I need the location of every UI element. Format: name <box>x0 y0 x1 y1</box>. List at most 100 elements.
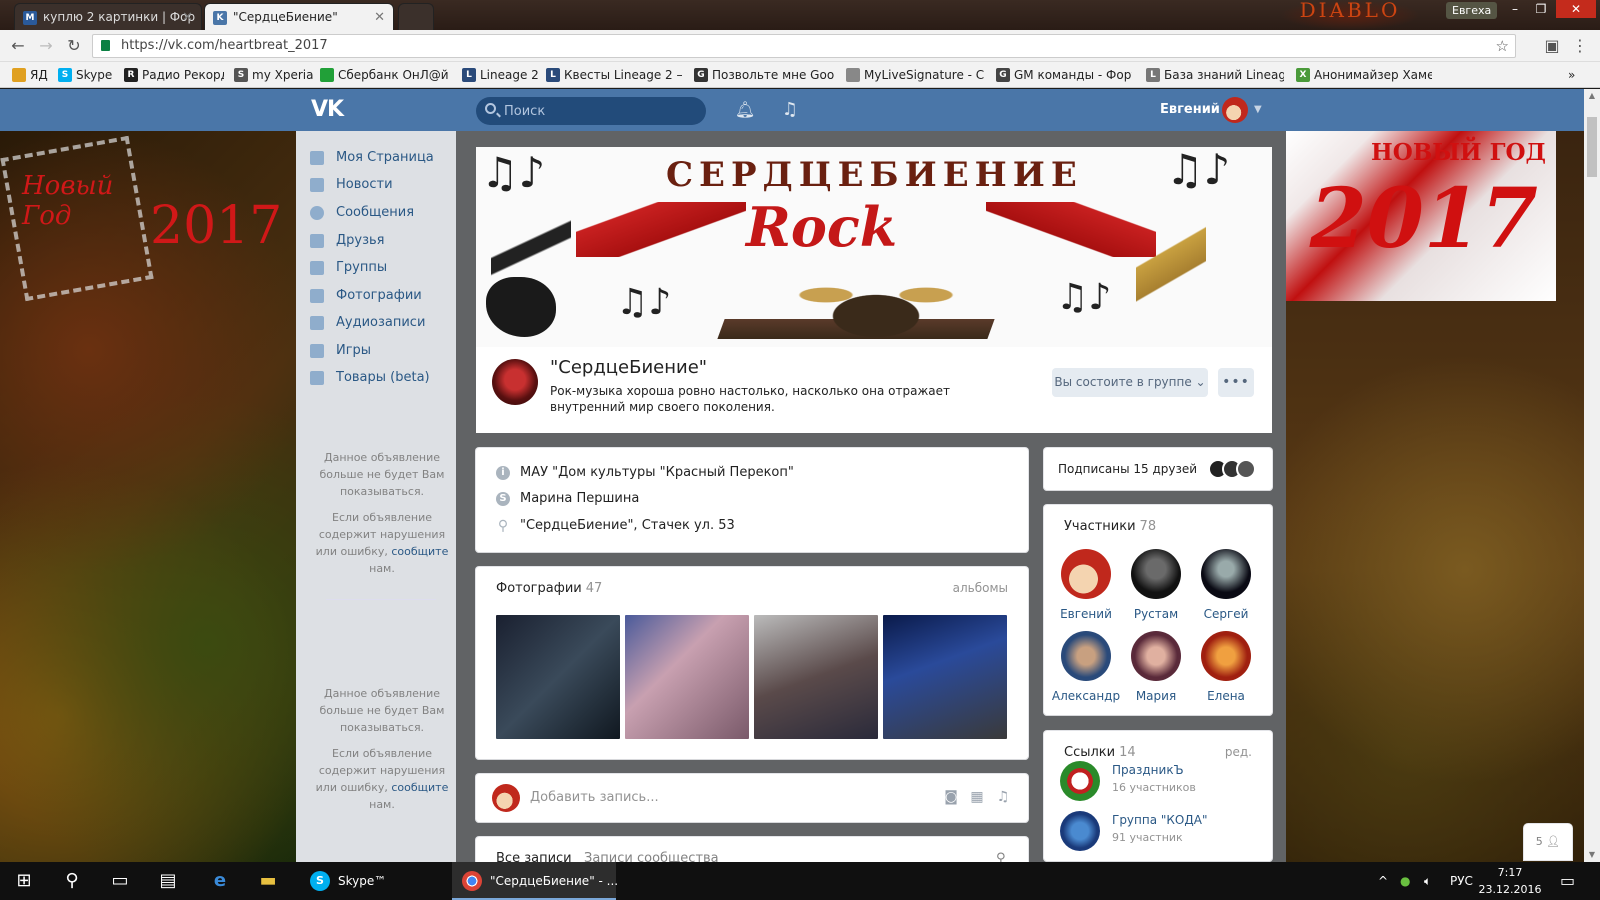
albums-link[interactable]: альбомы <box>953 581 1008 595</box>
close-tab-icon[interactable]: ✕ <box>182 4 193 30</box>
extension-icon[interactable]: ▣ <box>1542 36 1562 56</box>
sidebar-item-audio[interactable]: Аудиозаписи <box>310 312 425 334</box>
tray-app-icon[interactable]: ● <box>1400 862 1410 900</box>
windows-start-icon[interactable]: ⊞ <box>0 862 48 900</box>
video-icon[interactable]: ▦ <box>968 788 986 806</box>
reload-icon[interactable]: ↻ <box>64 36 84 56</box>
volume-icon[interactable]: 🔈︎ <box>1424 862 1431 900</box>
sidebar-item-photos[interactable]: Фотографии <box>310 285 422 307</box>
search-box[interactable] <box>476 97 706 125</box>
add-post-input[interactable]: Добавить запись... <box>530 774 659 822</box>
notifications-icon[interactable]: ▭ <box>1560 862 1575 900</box>
photo-thumbnail[interactable] <box>496 615 620 739</box>
tray-expand-icon[interactable]: ^ <box>1378 862 1388 900</box>
browser-tab-forum[interactable]: M куплю 2 картинки | Фор ✕ <box>14 3 202 30</box>
chrome-icon <box>462 871 482 891</box>
member-item[interactable]: Александр <box>1050 631 1122 703</box>
bookmark-item[interactable]: GGM команды - Форум <box>996 66 1132 84</box>
taskbar-app-chrome[interactable]: "СердцеБиение" - ... <box>452 862 618 900</box>
minimize-icon[interactable]: – <box>1502 0 1528 18</box>
info-row-address[interactable]: ⚲ "СердцеБиение", Стачек ул. 53 <box>496 517 735 535</box>
photo-thumbnail[interactable] <box>754 615 878 739</box>
forward-icon[interactable]: → <box>36 36 56 56</box>
sidebar-item-groups[interactable]: Группы <box>310 257 387 279</box>
scrollbar-thumb[interactable] <box>1587 117 1597 177</box>
camera-icon[interactable]: ◙ <box>942 788 960 806</box>
close-tab-icon[interactable]: ✕ <box>374 4 385 30</box>
sidebar-item-games[interactable]: Игры <box>310 340 371 362</box>
bookmark-item[interactable]: L База знаний Lineage <box>1146 66 1284 84</box>
photo-thumbnail[interactable] <box>883 615 1007 739</box>
sidebar-item-goods[interactable]: Товары (beta) <box>310 367 430 389</box>
ad-hidden-notice: Данное объявление больше не будет Вам по… <box>319 451 445 498</box>
app-icon[interactable]: ▤ <box>144 862 192 900</box>
search-input[interactable] <box>504 97 694 125</box>
edge-icon[interactable]: e <box>196 862 244 900</box>
bookmark-item[interactable]: ЯД <box>12 66 52 84</box>
bookmark-star-icon[interactable]: ☆ <box>1496 35 1509 57</box>
more-actions-button[interactable]: ••• <box>1218 368 1254 397</box>
music-note-icon[interactable]: ♫ <box>777 97 803 123</box>
photo-thumbnail[interactable] <box>625 615 749 739</box>
sidebar-item-messages[interactable]: Сообщения <box>310 202 414 224</box>
report-link[interactable]: сообщите <box>391 545 448 558</box>
music-icon[interactable]: ♫ <box>994 788 1012 806</box>
back-icon[interactable]: ← <box>8 36 28 56</box>
members-title[interactable]: Участники 78 <box>1064 519 1156 534</box>
vk-logo[interactable]: VK <box>311 97 344 123</box>
taskbar-app-skype[interactable]: S Skype™ <box>300 862 450 900</box>
friend-icon <box>310 234 324 248</box>
links-edit[interactable]: ред. <box>1225 745 1252 759</box>
member-item[interactable]: Елена <box>1190 631 1262 703</box>
subscribed-friends-card[interactable]: Подписаны 15 друзей <box>1044 448 1272 490</box>
group-avatar[interactable] <box>492 359 538 405</box>
task-view-icon[interactable]: ▭ <box>96 862 144 900</box>
clock[interactable]: 7:17 23.12.2016 <box>1470 864 1550 898</box>
file-explorer-icon[interactable]: ▬ <box>244 862 292 900</box>
user-avatar[interactable] <box>1222 97 1248 123</box>
bookmark-item[interactable]: G Позвольте мне Goog <box>694 66 834 84</box>
sidebar-item-news[interactable]: Новости <box>310 174 393 196</box>
page-scrollbar[interactable]: ▲ ▼ <box>1584 89 1600 862</box>
user-name[interactable]: Евгений <box>1160 89 1220 131</box>
member-item[interactable]: Сергей <box>1190 549 1262 621</box>
close-window-icon[interactable]: ✕ <box>1556 0 1596 18</box>
quests-icon: L <box>546 68 560 82</box>
links-title[interactable]: Ссылки 14 <box>1064 745 1136 760</box>
menu-icon[interactable]: ⋮ <box>1570 36 1590 56</box>
bookmark-item[interactable]: LКвесты Lineage 2 — F <box>546 66 682 84</box>
scroll-up-icon[interactable]: ▲ <box>1584 89 1600 103</box>
bg-right-year: 2017 <box>1309 171 1538 267</box>
chevron-down-icon[interactable]: ▼ <box>1254 89 1262 131</box>
search-icon[interactable]: ⚲ <box>48 862 96 900</box>
members-count: 78 <box>1139 519 1157 534</box>
photos-title[interactable]: Фотографии 47 <box>496 581 602 596</box>
membership-button[interactable]: Вы состоите в группе ⌄ <box>1052 368 1208 397</box>
info-row-contact[interactable]: S Марина Першина <box>496 490 639 508</box>
notifications-bell-icon[interactable]: 🔔︎ <box>732 97 758 123</box>
left-wing <box>576 202 746 257</box>
restore-icon[interactable]: ❐ <box>1528 0 1554 18</box>
url-field[interactable]: https://vk.com/heartbreat_2017 ☆ <box>92 34 1516 58</box>
bookmark-item[interactable]: S Skype <box>58 66 118 84</box>
bookmark-item[interactable]: Smy Xperia <box>234 66 314 84</box>
report-link[interactable]: сообщите <box>391 781 448 794</box>
new-tab-button[interactable] <box>398 3 434 30</box>
photos-count: 47 <box>585 581 603 596</box>
saxophone-image <box>1136 207 1206 337</box>
member-item[interactable]: Рустам <box>1120 549 1192 621</box>
chat-widget-button[interactable]: 5 👤︎ <box>1524 824 1572 860</box>
member-item[interactable]: Мария <box>1120 631 1192 703</box>
scroll-down-icon[interactable]: ▼ <box>1584 848 1600 862</box>
bookmark-item[interactable]: MyLiveSignature - Co <box>846 66 984 84</box>
browser-tab-vk[interactable]: K "СердцеБиение" ✕ <box>204 3 394 30</box>
window-user-badge[interactable]: Евгеха <box>1446 2 1498 19</box>
sidebar-item-my-page[interactable]: Моя Страница <box>310 147 434 169</box>
member-item[interactable]: Евгений <box>1050 549 1122 621</box>
sidebar-item-friends[interactable]: Друзья <box>310 230 385 252</box>
bookmark-item[interactable]: X Анонимайзер Хамел <box>1296 66 1432 84</box>
bookmarks-more-icon[interactable]: » <box>1568 66 1588 84</box>
bookmark-item[interactable]: L Lineage 2 <box>462 66 538 84</box>
bookmark-item[interactable]: Сбербанк ОнЛ@йн <box>320 66 448 84</box>
bookmark-item[interactable]: R Радио Рекорд <box>124 66 224 84</box>
